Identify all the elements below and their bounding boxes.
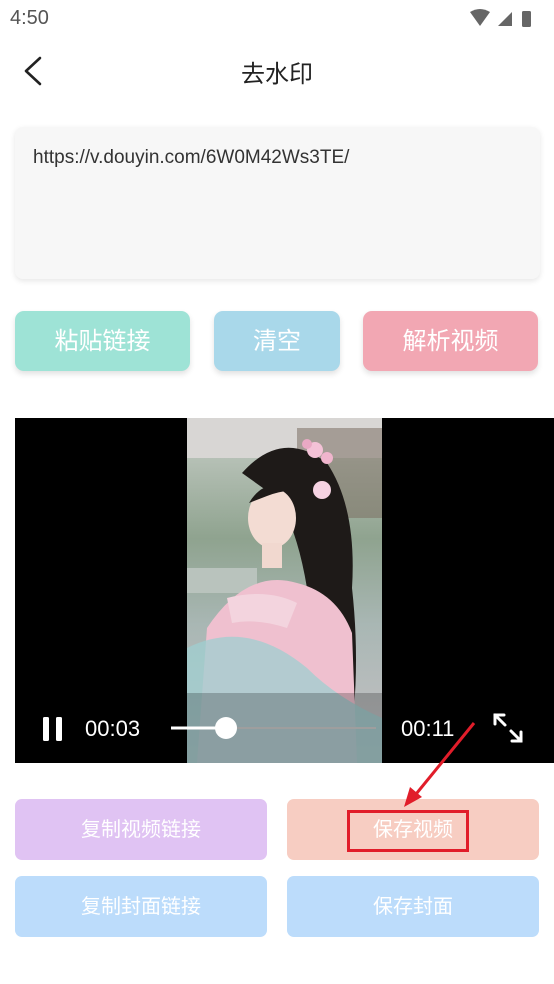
current-time: 00:03	[85, 716, 141, 741]
wifi-icon	[470, 9, 490, 26]
clear-button[interactable]: 清空	[214, 311, 340, 371]
seek-thumb	[215, 717, 237, 739]
url-input-value: https://v.douyin.com/6W0M42Ws3TE/	[33, 147, 350, 168]
video-player[interactable]: 00:03 00:11	[15, 418, 554, 763]
app-bar: 去水印	[0, 38, 554, 104]
parse-video-button[interactable]: 解析视频	[363, 311, 538, 371]
annotation-arrow	[404, 722, 476, 807]
page-title: 去水印	[241, 60, 313, 88]
status-time: 4:50	[10, 7, 49, 29]
battery-icon	[522, 11, 531, 27]
paste-link-button[interactable]: 粘贴链接	[15, 311, 190, 371]
pause-button[interactable]	[39, 714, 69, 744]
save-cover-button[interactable]: 保存封面	[287, 876, 539, 937]
copy-cover-link-button[interactable]: 复制封面链接	[15, 876, 267, 937]
pause-icon	[43, 717, 62, 741]
status-icons	[468, 8, 540, 30]
video-frame-image	[187, 418, 382, 763]
signal-icon	[498, 12, 512, 26]
fullscreen-button[interactable]	[492, 712, 524, 744]
seek-bar[interactable]	[171, 716, 376, 740]
fullscreen-icon	[493, 713, 523, 743]
annotation-highlight-box	[347, 810, 469, 852]
copy-video-link-button[interactable]: 复制视频链接	[15, 799, 267, 860]
url-input[interactable]: https://v.douyin.com/6W0M42Ws3TE/	[15, 127, 540, 279]
status-bar: 4:50	[0, 0, 554, 38]
